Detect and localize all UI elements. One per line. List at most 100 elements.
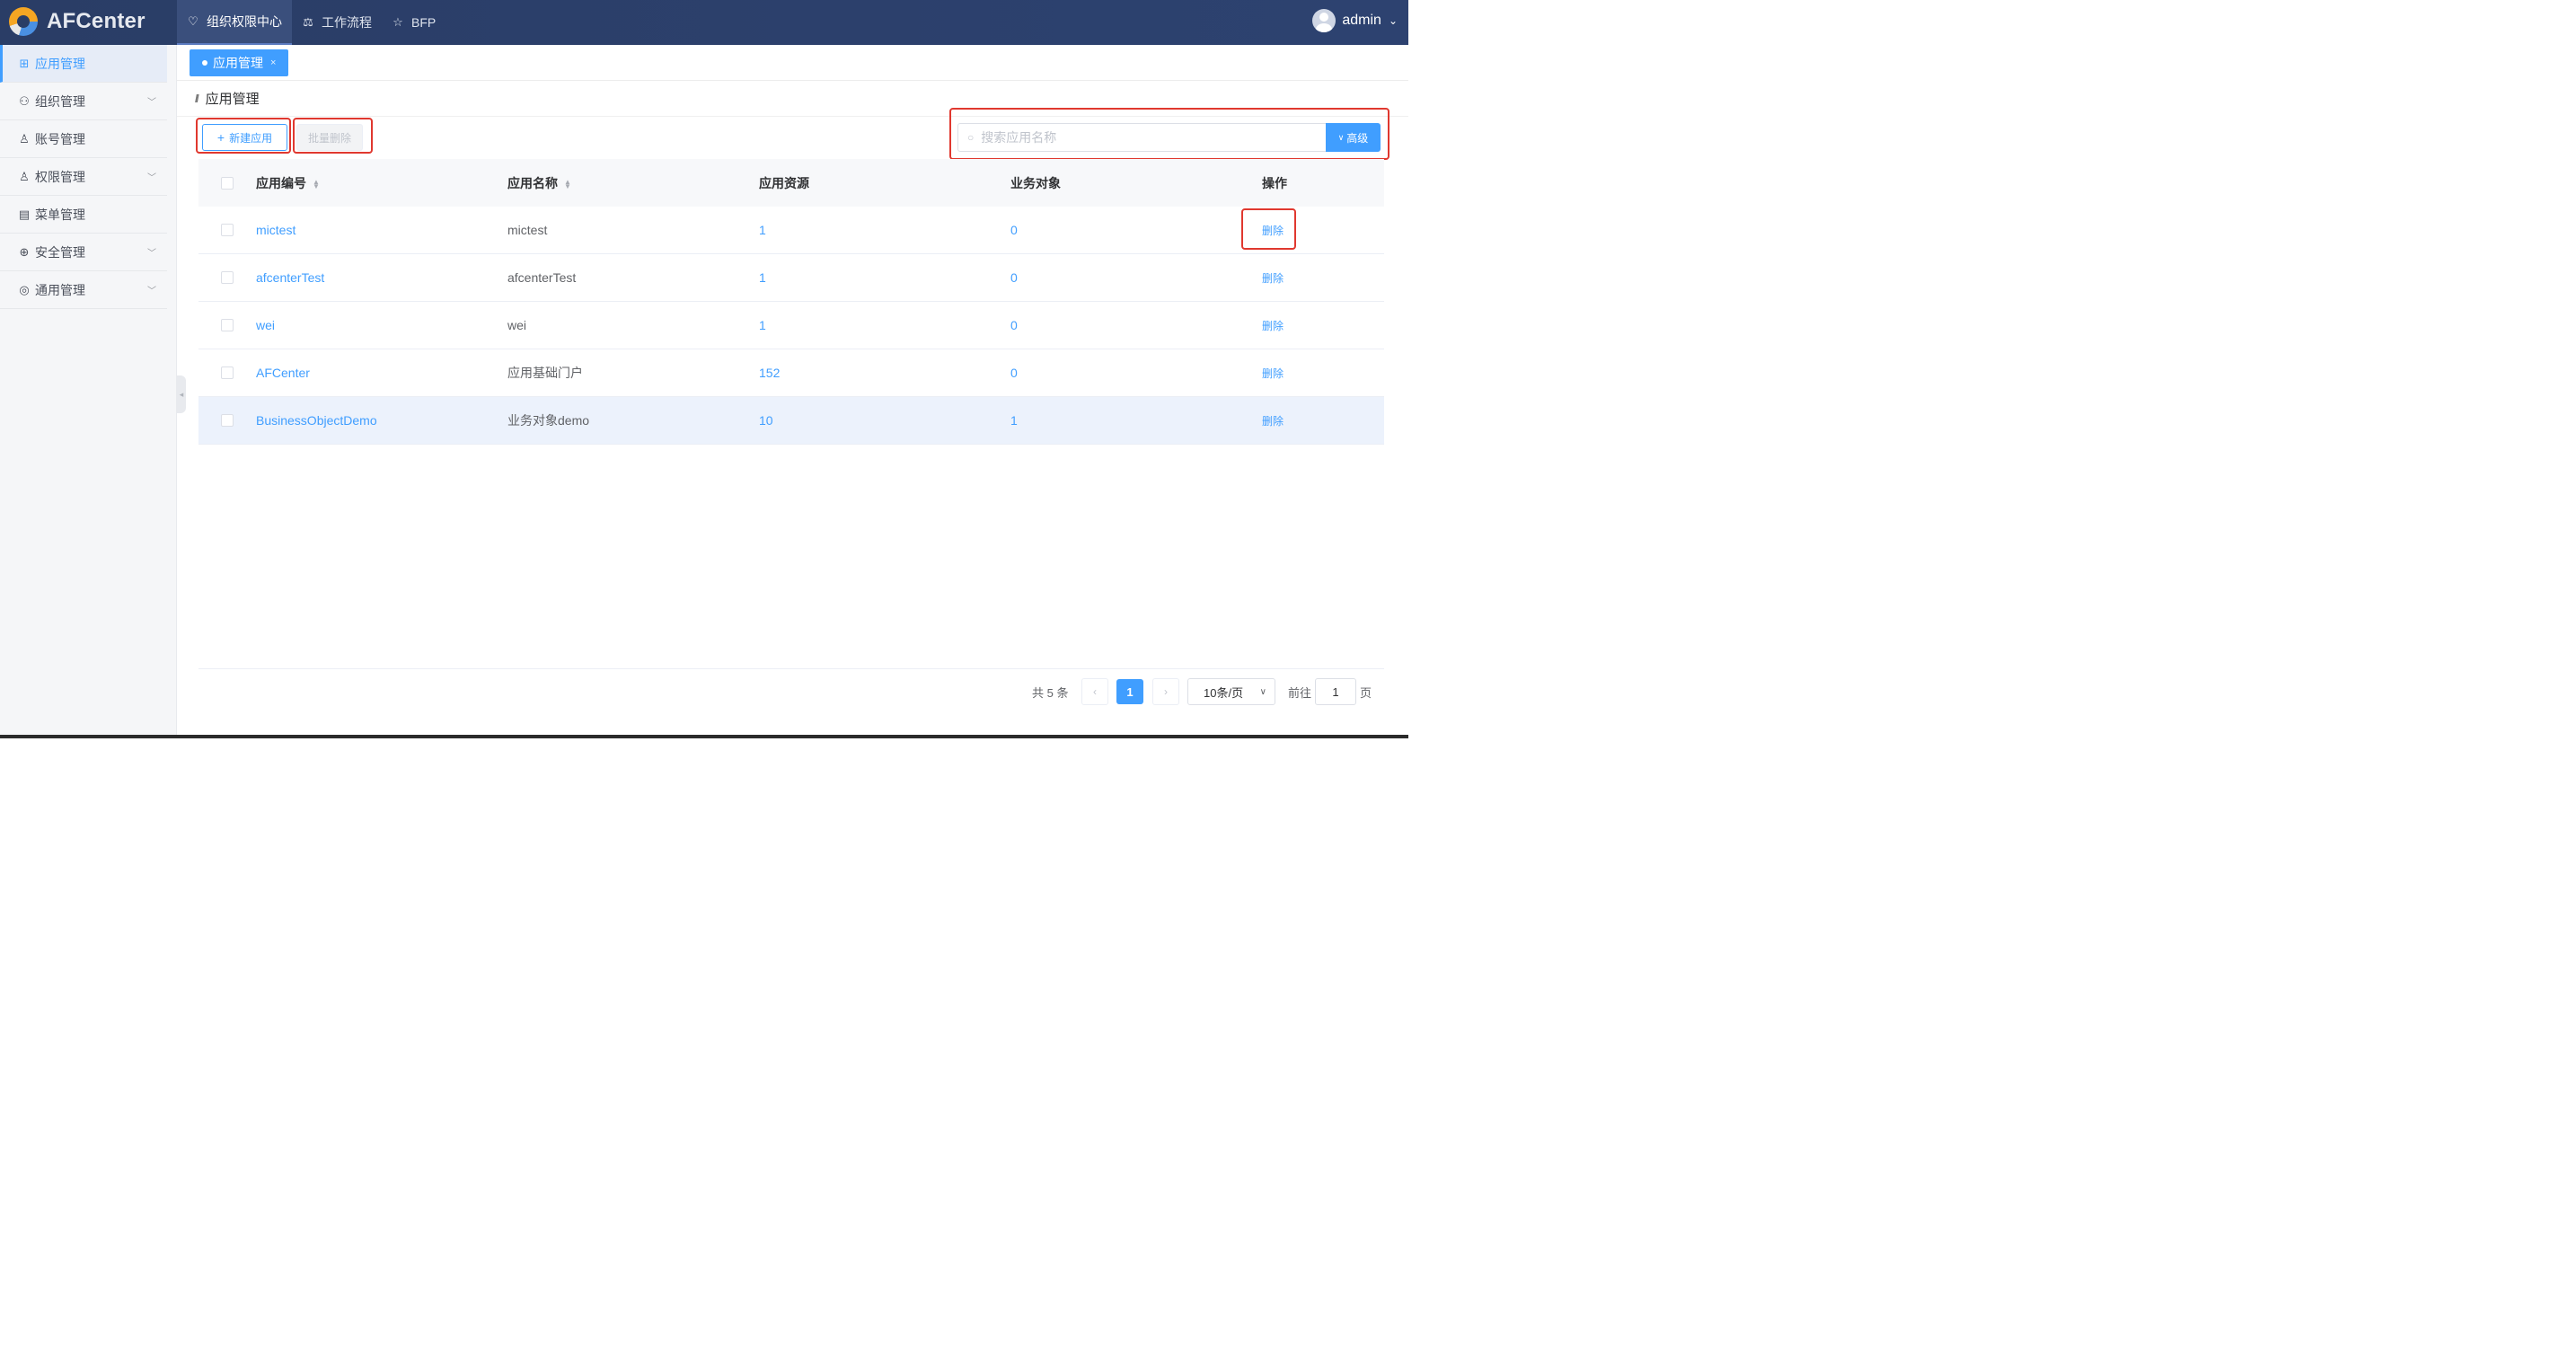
page-number-current[interactable]: 1 — [1116, 679, 1143, 704]
select-all-checkbox[interactable] — [221, 176, 234, 190]
row-checkbox[interactable] — [221, 271, 234, 284]
business-objects-link[interactable]: 1 — [1010, 413, 1018, 428]
apps-table: 应用编号 ▲ ▼ 应用名称 ▲ ▼ 应用资源 业务对象 操作 mictest micte… — [198, 159, 1384, 445]
app-resources-link[interactable]: 1 — [759, 318, 766, 332]
table-row: wei wei 1 0 删除 — [198, 302, 1384, 349]
search-box: ○ — [957, 123, 1327, 152]
batch-delete-button[interactable]: 批量删除 — [296, 124, 363, 151]
sidebar-item-permission-management[interactable]: ♙ 权限管理 ﹀ — [0, 158, 167, 196]
sidebar-item-label: 组织管理 — [35, 93, 85, 109]
window-bottom-edge — [0, 735, 1408, 738]
sidebar-item-menu-management[interactable]: ▤ 菜单管理 — [0, 196, 167, 234]
chevron-down-icon: ﹀ — [147, 249, 156, 259]
goto-page-input[interactable]: 1 — [1315, 678, 1356, 705]
app-logo[interactable]: AFCenter — [9, 7, 146, 36]
sidebar-item-label: 通用管理 — [35, 282, 85, 297]
tab-app-management[interactable]: 应用管理 × — [190, 49, 289, 76]
sidebar-item-label: 账号管理 — [35, 131, 85, 146]
app-code-link[interactable]: AFCenter — [256, 366, 310, 380]
chevron-left-icon: ‹ — [1093, 685, 1097, 698]
header-label: 应用名称 — [507, 175, 558, 190]
app-code-link[interactable]: wei — [256, 318, 275, 332]
prev-page-button[interactable]: ‹ — [1081, 678, 1108, 705]
sidebar-item-app-management[interactable]: ⊞ 应用管理 — [0, 45, 167, 83]
sidebar-item-general-management[interactable]: ◎ 通用管理 ﹀ — [0, 271, 167, 309]
delete-button[interactable]: 删除 — [1262, 272, 1284, 285]
header-label: 应用编号 — [256, 175, 306, 190]
select-all-cell — [198, 176, 256, 190]
app-name: wei — [507, 318, 527, 332]
sidebar: ⊞ 应用管理 ⚇ 组织管理 ﹀ ♙ 账号管理 ♙ 权限管理 ﹀ ▤ 菜单管理 ⊕… — [0, 45, 177, 738]
business-objects-link[interactable]: 0 — [1010, 223, 1018, 237]
sort-icon[interactable]: ▲ ▼ — [564, 178, 571, 190]
search-input[interactable] — [981, 130, 1305, 145]
pagination-divider — [198, 668, 1384, 669]
avatar — [1312, 9, 1337, 32]
top-header: AFCenter ♡ 组织权限中心 ⚖ 工作流程 ☆ BFP admin ⌄ — [0, 0, 1408, 45]
user-icon: ♙ — [19, 131, 30, 146]
app-code-link[interactable]: BusinessObjectDemo — [256, 413, 377, 428]
topnav-label: 工作流程 — [322, 15, 372, 30]
delete-button[interactable]: 删除 — [1262, 367, 1284, 380]
business-objects-link[interactable]: 0 — [1010, 318, 1018, 332]
app-resources-link[interactable]: 152 — [759, 366, 780, 380]
header-app-code[interactable]: 应用编号 ▲ ▼ — [256, 174, 507, 192]
app-code-link[interactable]: afcenterTest — [256, 270, 324, 285]
app-resources-link[interactable]: 1 — [759, 223, 766, 237]
business-objects-link[interactable]: 0 — [1010, 270, 1018, 285]
row-checkbox[interactable] — [221, 414, 234, 427]
sidebar-item-security-management[interactable]: ⊕ 安全管理 ﹀ — [0, 234, 167, 271]
sidebar-item-account-management[interactable]: ♙ 账号管理 — [0, 120, 167, 158]
topnav-item-org-permission-center[interactable]: ♡ 组织权限中心 — [177, 0, 292, 45]
active-dot-icon — [202, 60, 207, 66]
sidebar-collapse-handle[interactable]: ◂ — [177, 375, 186, 413]
table-row: afcenterTest afcenterTest 1 0 删除 — [198, 254, 1384, 302]
table-row: mictest mictest 1 0 删除 — [198, 207, 1384, 254]
user-lock-icon: ♙ — [19, 169, 30, 183]
row-checkbox[interactable] — [221, 224, 234, 236]
chevron-down-icon: ﹀ — [147, 173, 156, 183]
heart-shield-icon: ♡ — [188, 14, 198, 28]
topnav-item-bfp[interactable]: ☆ BFP — [382, 0, 446, 45]
delete-button[interactable]: 删除 — [1262, 320, 1284, 332]
row-checkbox[interactable] — [221, 319, 234, 331]
settings-icon: ◎ — [19, 282, 30, 296]
sidebar-item-org-management[interactable]: ⚇ 组织管理 ﹀ — [0, 83, 167, 120]
app-resources-link[interactable]: 1 — [759, 270, 766, 285]
sidebar-item-label: 权限管理 — [35, 169, 85, 184]
advanced-search-button[interactable]: ∨ 高级 — [1326, 123, 1381, 152]
app-name: afcenterTest — [507, 270, 577, 285]
header-app-name[interactable]: 应用名称 ▲ ▼ — [507, 174, 759, 192]
topnav-label: 组织权限中心 — [207, 14, 282, 29]
logo-mark-icon — [9, 7, 38, 36]
search-icon: ○ — [967, 131, 975, 144]
page-size-select[interactable]: 10条/页 ∨ — [1187, 678, 1275, 705]
team-icon: ⚇ — [19, 93, 30, 108]
app-name: 应用基础门户 — [507, 366, 583, 380]
topnav-item-workflow[interactable]: ⚖ 工作流程 — [292, 0, 382, 45]
star-icon: ☆ — [393, 15, 403, 29]
table-row: BusinessObjectDemo 业务对象demo 10 1 删除 — [198, 397, 1384, 445]
delete-button[interactable]: 删除 — [1262, 415, 1284, 428]
user-menu[interactable]: admin ⌄ — [1312, 9, 1398, 32]
app-name: mictest — [507, 223, 548, 237]
next-page-button[interactable]: › — [1152, 678, 1179, 705]
chevron-down-icon: ﹀ — [147, 287, 156, 296]
table-header: 应用编号 ▲ ▼ 应用名称 ▲ ▼ 应用资源 业务对象 操作 — [198, 159, 1384, 207]
app-name: 业务对象demo — [507, 413, 590, 428]
delete-button[interactable]: 删除 — [1262, 225, 1284, 237]
page-suffix: 页 — [1360, 685, 1372, 700]
header-app-resources: 应用资源 — [759, 175, 809, 190]
sort-icon[interactable]: ▲ ▼ — [313, 178, 320, 190]
tab-label: 应用管理 — [213, 56, 263, 70]
row-checkbox[interactable] — [221, 366, 234, 379]
business-objects-link[interactable]: 0 — [1010, 366, 1018, 380]
topnav-label: BFP — [411, 15, 437, 30]
new-app-button[interactable]: + 新建应用 — [202, 124, 287, 151]
close-icon[interactable]: × — [270, 57, 276, 68]
page-size-value: 10条/页 — [1204, 685, 1244, 700]
app-code-link[interactable]: mictest — [256, 223, 296, 237]
plus-icon: + — [216, 130, 225, 145]
chevron-right-icon: › — [1164, 685, 1168, 698]
app-resources-link[interactable]: 10 — [759, 413, 773, 428]
